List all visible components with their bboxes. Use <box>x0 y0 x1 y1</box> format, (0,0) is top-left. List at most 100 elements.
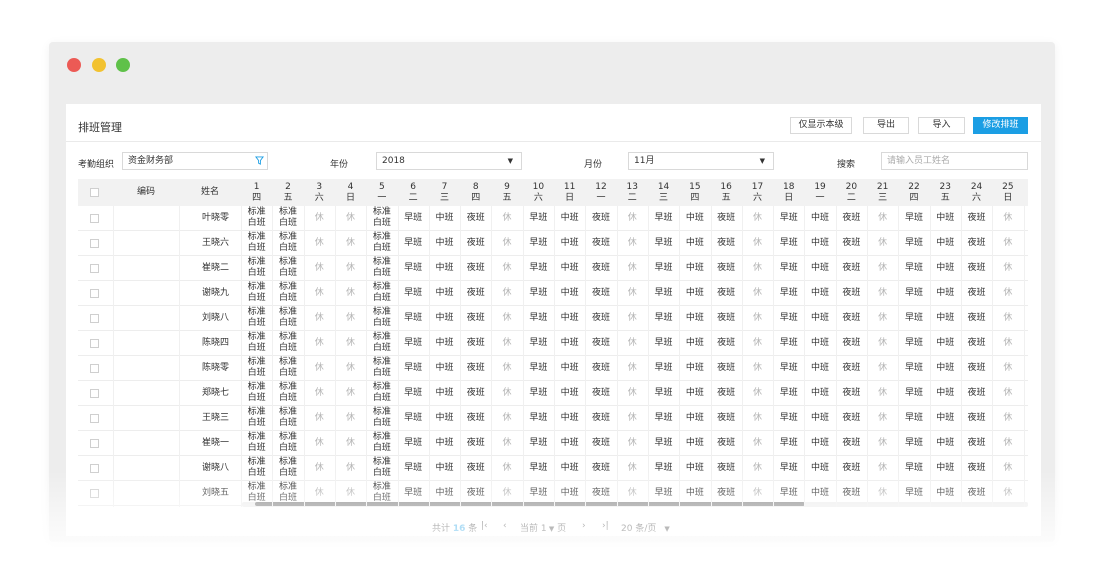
shift-cell[interactable]: 夜班 <box>961 281 992 305</box>
import-button[interactable]: 导入 <box>918 117 965 134</box>
shift-cell[interactable]: 标准 白班 <box>241 356 272 380</box>
shift-cell[interactable]: 休 <box>304 431 335 455</box>
shift-cell[interactable]: 早班 <box>398 281 429 305</box>
shift-cell[interactable]: 早班 <box>523 456 554 480</box>
shift-cell[interactable]: 中班 <box>429 431 460 455</box>
shift-cell[interactable]: 中班 <box>554 331 585 355</box>
row-checkbox[interactable] <box>90 439 99 448</box>
shift-cell[interactable]: 早班 <box>648 431 679 455</box>
shift-cell[interactable]: 休 <box>742 231 773 255</box>
shift-cell[interactable]: 休 <box>992 256 1023 280</box>
shift-cell[interactable]: 中班 <box>554 231 585 255</box>
shift-cell[interactable]: 中班 <box>429 356 460 380</box>
shift-cell[interactable]: 早班 <box>773 406 804 430</box>
shift-cell[interactable]: 早班 <box>648 381 679 405</box>
shift-cell[interactable]: 夜班 <box>460 356 491 380</box>
shift-cell[interactable]: 早班 <box>773 381 804 405</box>
select-all-checkbox[interactable] <box>90 188 99 197</box>
shift-cell[interactable]: 休 <box>617 206 648 230</box>
shift-cell[interactable]: 夜班 <box>460 281 491 305</box>
shift-cell[interactable]: 休 <box>742 431 773 455</box>
shift-cell[interactable]: 中班 <box>804 406 835 430</box>
shift-cell[interactable]: 休 <box>867 431 898 455</box>
shift-cell[interactable]: 早班 <box>773 206 804 230</box>
shift-cell[interactable]: 休 <box>491 256 522 280</box>
shift-cell[interactable]: 早班 <box>523 231 554 255</box>
shift-cell[interactable]: 中班 <box>679 406 710 430</box>
table-row[interactable]: 王晓三 标准 白班 标准 白班休休标准 白班 早班 中班 夜班休早班 中班 夜班休早班 中班 夜班… <box>78 406 1028 431</box>
shift-cell[interactable]: 标准 白班 <box>366 406 397 430</box>
shift-cell[interactable]: 夜班 <box>711 356 742 380</box>
shift-cell[interactable]: 标准 白班 <box>241 206 272 230</box>
shift-cell[interactable]: 夜班 <box>585 356 616 380</box>
shift-cell[interactable]: 早班 <box>398 406 429 430</box>
shift-cell[interactable]: 夜班 <box>460 306 491 330</box>
table-row[interactable]: 陈晓四 标准 白班 标准 白班休休标准 白班 早班 中班 夜班休早班 中班 夜班休早班 中班 夜班… <box>78 331 1028 356</box>
shift-cell[interactable]: 夜班 <box>711 231 742 255</box>
shift-cell[interactable]: 休 <box>491 456 522 480</box>
shift-cell[interactable]: 早班 <box>648 256 679 280</box>
shift-cell[interactable]: 中班 <box>804 381 835 405</box>
shift-cell[interactable]: 中班 <box>554 431 585 455</box>
shift-cell[interactable]: 休 <box>617 256 648 280</box>
shift-cell[interactable]: 标准 白班 <box>366 306 397 330</box>
shift-cell[interactable]: 中班 <box>554 406 585 430</box>
table-row[interactable]: 谢晓九 标准 白班 标准 白班休休标准 白班 早班 中班 夜班休早班 中班 夜班休早班 中班 夜班… <box>78 281 1028 306</box>
shift-cell[interactable]: 夜班 <box>711 281 742 305</box>
first-page-icon[interactable]: |‹ <box>481 521 488 531</box>
shift-cell[interactable]: 标准 白班 <box>272 456 303 480</box>
shift-cell[interactable]: 休 <box>742 331 773 355</box>
shift-cell[interactable]: 休 <box>992 206 1023 230</box>
shift-cell[interactable]: 标准 白班 <box>241 331 272 355</box>
shift-cell[interactable]: 中班 <box>930 456 961 480</box>
shift-cell[interactable]: 休 <box>335 381 366 405</box>
shift-cell[interactable]: 休 <box>992 306 1023 330</box>
shift-cell[interactable]: 夜班 <box>585 256 616 280</box>
shift-cell[interactable]: 休 <box>335 356 366 380</box>
shift-cell[interactable]: 中班 <box>930 356 961 380</box>
shift-cell[interactable]: 夜班 <box>585 381 616 405</box>
shift-cell[interactable]: 中班 <box>930 331 961 355</box>
shift-cell[interactable]: 早班 <box>898 281 929 305</box>
shift-cell[interactable]: 中班 <box>804 356 835 380</box>
close-window-icon[interactable] <box>67 58 81 72</box>
shift-cell[interactable]: 休 <box>304 281 335 305</box>
table-row[interactable]: 崔晓一 标准 白班 标准 白班休休标准 白班 早班 中班 夜班休早班 中班 夜班休早班 中班 夜班… <box>78 431 1028 456</box>
shift-cell[interactable]: 休 <box>304 206 335 230</box>
shift-cell[interactable]: 早班 <box>773 331 804 355</box>
shift-cell[interactable]: 夜班 <box>711 406 742 430</box>
shift-cell[interactable]: 夜班 <box>961 256 992 280</box>
shift-cell[interactable]: 早班 <box>398 231 429 255</box>
shift-cell[interactable]: 休 <box>304 306 335 330</box>
shift-cell[interactable]: 中班 <box>679 281 710 305</box>
page-size-select[interactable]: 20 条/页 ▼ <box>621 521 670 534</box>
month-select[interactable]: 11月 ▼ <box>628 152 774 170</box>
shift-cell[interactable]: 休 <box>992 331 1023 355</box>
shift-cell[interactable]: 早班 <box>898 231 929 255</box>
shift-cell[interactable]: 夜班 <box>585 331 616 355</box>
shift-cell[interactable]: 休 <box>617 456 648 480</box>
shift-cell[interactable]: 夜班 <box>460 431 491 455</box>
shift-cell[interactable]: 早班 <box>523 406 554 430</box>
shift-cell[interactable]: 休 <box>992 231 1023 255</box>
maximize-window-icon[interactable] <box>116 58 130 72</box>
shift-cell[interactable]: 早班 <box>523 331 554 355</box>
shift-cell[interactable]: 休 <box>992 431 1023 455</box>
shift-cell[interactable]: 休 <box>867 406 898 430</box>
year-select[interactable]: 2018 ▼ <box>376 152 522 170</box>
row-checkbox[interactable] <box>90 289 99 298</box>
shift-cell[interactable]: 夜班 <box>961 431 992 455</box>
shift-cell[interactable]: 休 <box>742 256 773 280</box>
shift-cell[interactable]: 早班 <box>773 431 804 455</box>
shift-cell[interactable]: 中班 <box>429 456 460 480</box>
shift-cell[interactable]: 早班 <box>398 206 429 230</box>
shift-cell[interactable]: 夜班 <box>836 456 867 480</box>
shift-cell[interactable]: 中班 <box>804 431 835 455</box>
shift-cell[interactable]: 中班 <box>804 306 835 330</box>
row-checkbox[interactable] <box>90 414 99 423</box>
org-select[interactable]: 资金财务部 <box>122 152 268 170</box>
shift-cell[interactable]: 夜班 <box>961 331 992 355</box>
shift-cell[interactable]: 夜班 <box>585 306 616 330</box>
shift-cell[interactable]: 休 <box>335 431 366 455</box>
shift-cell[interactable]: 夜班 <box>961 406 992 430</box>
